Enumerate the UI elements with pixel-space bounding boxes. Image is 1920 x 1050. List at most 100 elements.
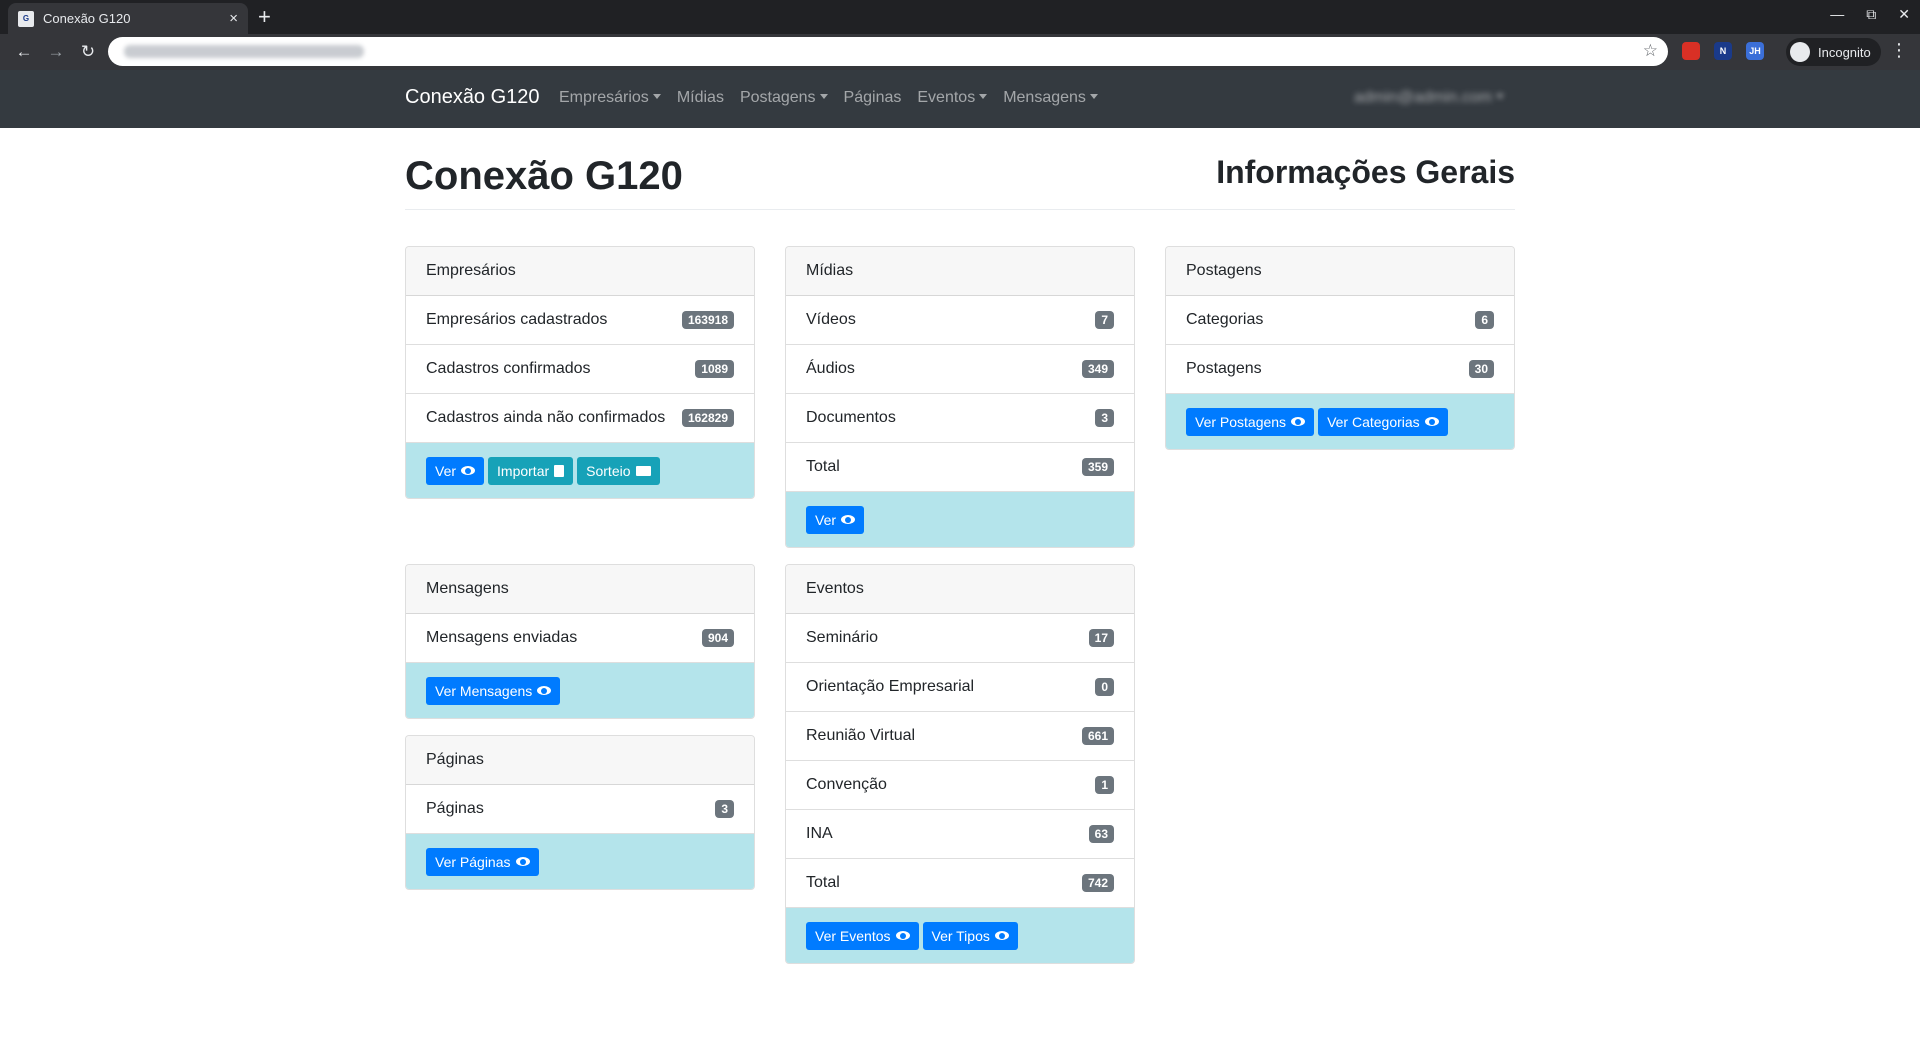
button-label: Ver Tipos	[931, 927, 990, 944]
browser-tab[interactable]: G Conexão G120 ×	[8, 3, 248, 34]
count-badge: 349	[1081, 360, 1114, 378]
nav-midias-link[interactable]: Mídias	[677, 89, 724, 107]
ver-paginas-button[interactable]: Ver Páginas	[426, 847, 539, 876]
nav-eventos-dropdown[interactable]: Eventos	[917, 89, 987, 107]
red-extension-icon[interactable]	[1682, 42, 1700, 60]
nav-mensagens-dropdown[interactable]: Mensagens	[1003, 89, 1098, 107]
minimize-icon[interactable]: —	[1830, 6, 1844, 23]
list-item: Total 742	[786, 859, 1134, 908]
list-item: Cadastros confirmados 1089	[406, 345, 754, 394]
eye-icon	[461, 466, 476, 475]
card-header: Postagens	[1166, 247, 1514, 296]
user-dropdown[interactable]: admin@admin.com	[1354, 89, 1504, 107]
count-badge: 742	[1081, 874, 1114, 892]
navbar-links: Empresários Mídias Postagens Páginas Eve…	[559, 89, 1098, 107]
ticket-icon	[635, 465, 651, 476]
reload-icon[interactable]: ↻	[72, 42, 104, 62]
list-item: Áudios 349	[786, 345, 1134, 394]
item-label: Páginas	[426, 800, 484, 817]
count-badge: 163918	[681, 311, 734, 329]
card-footer: Ver Mensagens	[406, 663, 754, 718]
button-label: Ver	[815, 511, 837, 528]
count-badge: 1	[1095, 776, 1114, 794]
sorteio-button[interactable]: Sorteio	[577, 456, 660, 485]
card-empresarios: Empresários Empresários cadastrados 1639…	[405, 246, 755, 499]
item-label: Postagens	[1186, 360, 1262, 377]
ver-mensagens-button[interactable]: Ver Mensagens	[426, 676, 561, 705]
card-eventos: Eventos Seminário 17 Orientação Empresar…	[785, 564, 1135, 964]
list-item: INA 63	[786, 810, 1134, 859]
jh-extension-icon[interactable]: JH	[1746, 42, 1764, 60]
n-extension-icon[interactable]: N	[1714, 42, 1732, 60]
count-badge: 3	[1095, 409, 1114, 427]
card-midias: Mídias Vídeos 7 Áudios 349 Documentos 3 …	[785, 246, 1135, 548]
count-badge: 3	[715, 800, 734, 818]
nav-empresarios-dropdown[interactable]: Empresários	[559, 89, 661, 107]
browser-tabbar: G Conexão G120 × + — ⧉ ✕	[0, 0, 1920, 34]
item-label: Cadastros ainda não confirmados	[426, 409, 666, 426]
count-badge: 30	[1468, 360, 1494, 378]
button-label: Importar	[497, 462, 550, 479]
importar-button[interactable]: Importar	[488, 456, 574, 485]
address-bar[interactable]: ☆	[108, 37, 1668, 66]
ver-midias-button[interactable]: Ver	[806, 505, 865, 534]
item-label: Cadastros confirmados	[426, 360, 591, 377]
ver-categorias-button[interactable]: Ver Categorias	[1318, 407, 1448, 436]
ver-empresarios-button[interactable]: Ver	[426, 456, 485, 485]
list-item: Total 359	[786, 443, 1134, 492]
count-badge: 1089	[695, 360, 734, 378]
item-label: Total	[806, 458, 840, 475]
button-label: Ver Categorias	[1327, 413, 1420, 430]
list-item: Empresários cadastrados 163918	[406, 296, 754, 345]
card-footer: Ver Postagens Ver Categorias	[1166, 394, 1514, 449]
incognito-indicator[interactable]: Incognito	[1786, 38, 1881, 66]
ver-tipos-button[interactable]: Ver Tipos	[922, 921, 1018, 950]
button-label: Ver Eventos	[815, 927, 891, 944]
navbar-brand[interactable]: Conexão G120	[405, 86, 540, 109]
page-subtitle: Informações Gerais	[1216, 154, 1515, 190]
count-badge: 7	[1095, 311, 1114, 329]
list-item: Páginas 3	[406, 785, 754, 834]
favicon-icon: G	[18, 10, 34, 27]
close-window-icon[interactable]: ✕	[1898, 6, 1910, 23]
file-import-icon	[554, 464, 565, 477]
button-label: Ver Postagens	[1195, 413, 1287, 430]
app-navbar: Conexão G120 Empresários Mídias Postagen…	[0, 70, 1920, 128]
bookmark-star-icon[interactable]: ☆	[1643, 41, 1658, 61]
list-item: Postagens 30	[1166, 345, 1514, 394]
page-title: Conexão G120	[405, 154, 683, 198]
page-header: Conexão G120 Informações Gerais	[405, 128, 1515, 210]
tab-close-icon[interactable]: ×	[229, 10, 238, 27]
eye-icon	[841, 515, 856, 524]
item-label: INA	[806, 825, 833, 842]
list-item: Documentos 3	[786, 394, 1134, 443]
main-container: Conexão G120 Informações Gerais Empresár…	[405, 128, 1515, 964]
new-tab-button[interactable]: +	[258, 5, 271, 29]
item-label: Mensagens enviadas	[426, 629, 578, 646]
back-arrow-icon[interactable]: ←	[8, 42, 40, 62]
eye-icon	[537, 686, 552, 695]
browser-menu-icon[interactable]: ⋮	[1890, 40, 1908, 61]
forward-arrow-icon[interactable]: →	[40, 42, 72, 62]
ver-eventos-button[interactable]: Ver Eventos	[806, 921, 919, 950]
card-footer: Ver Páginas	[406, 834, 754, 889]
count-badge: 6	[1475, 311, 1494, 329]
item-label: Vídeos	[806, 311, 856, 328]
nav-paginas-link[interactable]: Páginas	[844, 89, 902, 107]
list-item: Orientação Empresarial 0	[786, 663, 1134, 712]
item-label: Convenção	[806, 776, 887, 793]
count-badge: 661	[1081, 727, 1114, 745]
card-mensagens: Mensagens Mensagens enviadas 904 Ver Men…	[405, 564, 755, 719]
count-badge: 63	[1088, 825, 1114, 843]
list-item: Convenção 1	[786, 761, 1134, 810]
nav-postagens-dropdown[interactable]: Postagens	[740, 89, 828, 107]
item-label: Seminário	[806, 629, 879, 646]
ver-postagens-button[interactable]: Ver Postagens	[1186, 407, 1315, 436]
eye-icon	[1291, 417, 1306, 426]
count-badge: 17	[1088, 629, 1114, 647]
item-label: Categorias	[1186, 311, 1264, 328]
button-label: Ver Mensagens	[435, 682, 533, 699]
card-header: Empresários	[406, 247, 754, 296]
item-label: Reunião Virtual	[806, 727, 916, 744]
restore-icon[interactable]: ⧉	[1866, 6, 1876, 23]
